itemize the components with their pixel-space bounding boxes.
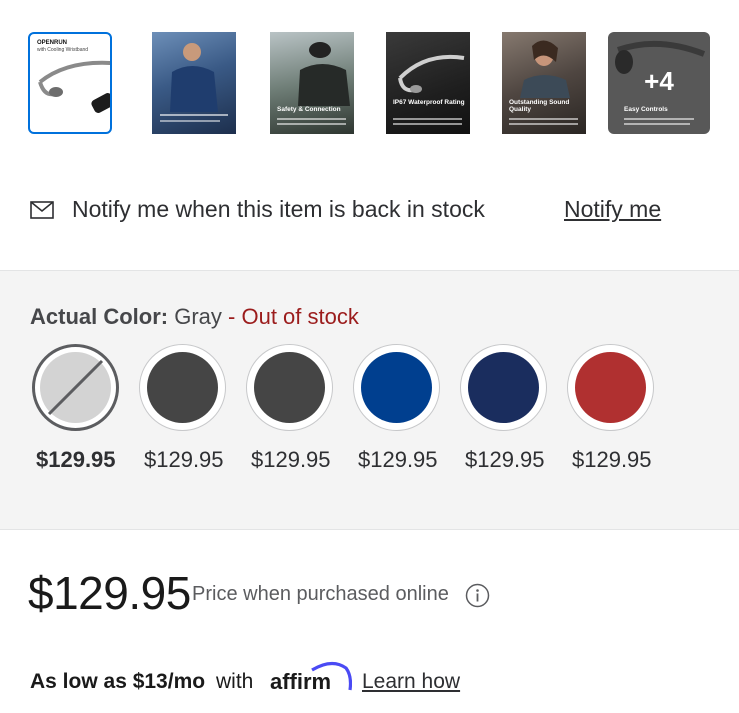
swatch-color [147,352,218,423]
info-icon[interactable] [465,583,490,608]
more-images-count: +4 [644,66,674,96]
swatch-price: $129.95 [144,447,224,472]
color-label-key: Actual Color: [30,304,169,329]
swatch-navy[interactable] [460,344,547,431]
swatch-black-2[interactable] [246,344,333,431]
swatch-price: $129.95 [572,447,652,472]
runner-image [160,43,228,122]
swatch-red[interactable] [567,344,654,431]
as-low-as-text: As low as $13/mo [30,670,206,693]
swatch-blue[interactable] [353,344,440,431]
caption-line [277,123,346,125]
color-value: Gray [168,304,222,329]
swatch-price: $129.95 [358,447,438,472]
thumbnail-5[interactable]: Outstanding Sound Quality [502,32,586,134]
mail-icon [30,201,54,219]
thumbnail-caption: Outstanding Sound Quality [509,99,570,113]
affirm-financing: As low as $13/mo with affirm Learn how [30,661,530,700]
swatch-gray[interactable] [32,344,119,431]
with-text: with [216,670,254,693]
notify-message: Notify me when this item is back in stoc… [72,196,485,222]
learn-how-link[interactable]: Learn how [362,670,460,694]
color-selector: Actual Color: Gray - Out of stock $129.9… [0,270,739,530]
color-label: Actual Color: Gray - Out of stock [30,304,359,330]
image-thumbnail-strip: OPENRUN with Cooling Wristband Safety & … [28,32,712,134]
caption-line [624,123,690,125]
swatch-price: $129.95 [36,447,116,472]
caption-line [393,123,462,125]
notify-me-link[interactable]: Notify me [564,196,661,223]
caption-line [624,118,694,120]
caption-line [277,118,346,120]
swatch-black-1[interactable] [139,344,226,431]
product-price: $129.95 [28,567,191,619]
caption-line [509,123,578,125]
swatch-color [575,352,646,423]
thumbnail-caption: Safety & Connection [277,106,341,113]
affirm-logo: affirm [270,661,352,694]
caption-line [509,118,578,120]
headphones-image [38,60,110,113]
notify-row: Notify me when this item is back in stoc… [30,196,710,226]
swatch-color [468,352,539,423]
thumbnail-3[interactable]: Safety & Connection [270,32,354,134]
affirm-wordmark: affirm [270,669,331,694]
thumbnail-2[interactable] [152,32,236,134]
unavailable-slash-icon [47,359,104,416]
thumbnail-4[interactable]: IP67 Waterproof Rating [386,32,470,134]
price-note: Price when purchased online [192,583,449,605]
thumbnail-caption: Easy Controls [624,106,668,113]
swatch-color [361,352,432,423]
stock-status: - Out of stock [221,304,359,329]
swatch-color [254,352,325,423]
thumbnail-more[interactable]: +4 Easy Controls [608,32,710,134]
caption-line [393,118,462,120]
thumbnail-caption: IP67 Waterproof Rating [393,99,465,106]
swatch-price: $129.95 [251,447,331,472]
thumbnail-1[interactable]: OPENRUN with Cooling Wristband [28,32,112,134]
swatch-price: $129.95 [465,447,545,472]
